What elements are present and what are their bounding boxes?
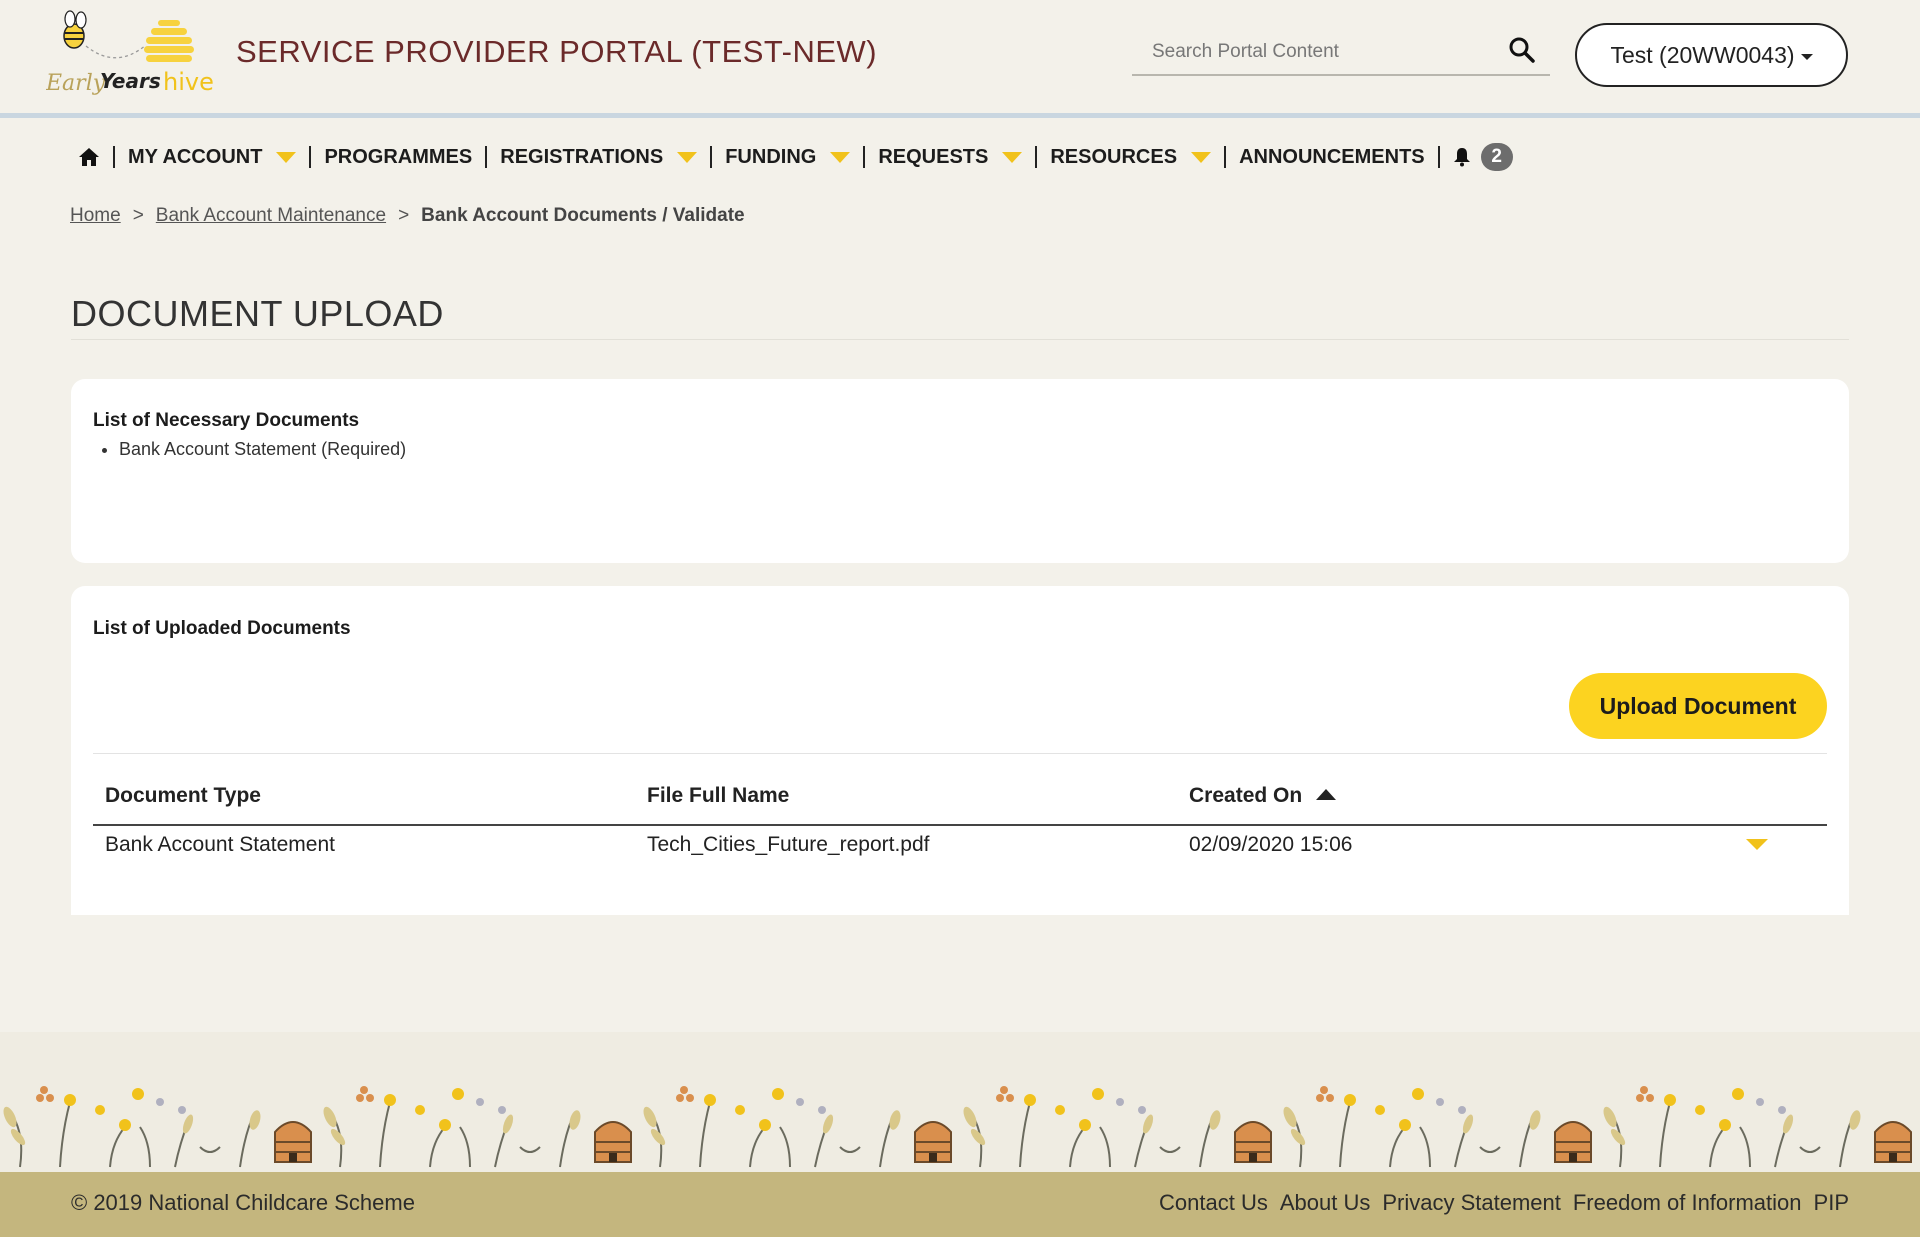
search-box [1132,30,1550,76]
bell-icon [1453,148,1470,167]
copyright-text: © 2019 National Childcare Scheme [71,1190,415,1215]
dropdown-arrow-icon [1191,151,1212,163]
search-icon[interactable] [1508,36,1536,64]
nav-label: RESOURCES [1050,145,1178,168]
column-header-file-full-name[interactable]: File Full Name [647,784,789,808]
nav-registrations[interactable]: REGISTRATIONS [487,146,710,169]
nav-label: MY ACCOUNT [128,145,263,168]
nav-label: PROGRAMMES [324,145,473,168]
footer-link-contact-us[interactable]: Contact Us [1159,1190,1268,1216]
breadcrumb-current: Bank Account Documents / Validate [421,205,745,226]
svg-text:Early: Early [46,71,106,96]
title-divider [71,339,1849,340]
breadcrumb-bank-account-maintenance-link[interactable]: Bank Account Maintenance [156,205,386,227]
sort-ascending-icon [1316,789,1337,800]
row-actions-dropdown-icon[interactable] [1746,839,1768,850]
nav-label: REGISTRATIONS [500,145,664,168]
breadcrumb-separator: > [398,205,410,226]
cell-created-on: 02/09/2020 15:06 [1189,833,1353,856]
footer-link-privacy-statement[interactable]: Privacy Statement [1382,1190,1561,1216]
table-header-divider [93,824,1827,826]
svg-text:Years: Years [100,69,161,93]
page-title: DOCUMENT UPLOAD [71,293,444,334]
footer-link-freedom-of-information[interactable]: Freedom of Information [1573,1190,1802,1216]
necessary-documents-heading: List of Necessary Documents [93,410,360,431]
necessary-documents-card: List of Necessary Documents Bank Account… [71,379,1849,563]
footer-link-pip[interactable]: PIP [1814,1190,1849,1216]
chevron-down-icon [1800,53,1813,60]
uploaded-documents-card: List of Uploaded Documents Upload Docume… [71,586,1849,915]
home-icon [79,148,99,166]
nav-resources[interactable]: RESOURCES [1037,146,1224,169]
column-header-document-type[interactable]: Document Type [105,784,261,808]
nav-requests[interactable]: REQUESTS [865,146,1035,169]
nav-announcements[interactable]: ANNOUNCEMENTS [1226,146,1438,169]
dropdown-arrow-icon [677,151,698,163]
search-input[interactable] [1150,36,1494,68]
nav-my-account[interactable]: MY ACCOUNT [115,146,309,169]
early-years-hive-logo[interactable]: Early Years hive [46,10,236,102]
cell-file-name: Tech_Cities_Future_report.pdf [647,833,930,856]
table-top-divider [93,753,1827,754]
notification-count-badge: 2 [1480,143,1513,171]
footer-links: Contact Us About Us Privacy Statement Fr… [1159,1190,1849,1216]
nav-home[interactable] [78,147,113,167]
column-header-label: Created On [1189,784,1303,807]
nav-funding[interactable]: FUNDING [712,146,863,169]
footer-floral-illustration [0,1032,1920,1172]
cell-document-type: Bank Account Statement [105,833,335,856]
uploaded-documents-heading: List of Uploaded Documents [93,618,351,639]
column-header-created-on[interactable]: Created On [1189,784,1337,808]
dropdown-arrow-icon [276,151,297,163]
main-nav: MY ACCOUNT PROGRAMMES REGISTRATIONS FUND… [78,140,1526,174]
breadcrumb-home-link[interactable]: Home [70,205,121,227]
nav-programmes[interactable]: PROGRAMMES [311,146,485,169]
account-dropdown-button[interactable]: Test (20WW0043) [1575,23,1848,87]
nav-label: REQUESTS [878,145,989,168]
nav-notifications[interactable]: 2 [1440,143,1526,171]
nav-label: ANNOUNCEMENTS [1239,145,1425,168]
dropdown-arrow-icon [1002,151,1023,163]
upload-document-button[interactable]: Upload Document [1569,673,1827,739]
account-label: Test (20WW0043) [1610,41,1795,68]
nav-label: FUNDING [725,145,817,168]
dropdown-arrow-icon [830,151,851,163]
footer-link-about-us[interactable]: About Us [1280,1190,1371,1216]
list-item: Bank Account Statement (Required) [119,439,406,460]
breadcrumb: Home > Bank Account Maintenance > Bank A… [70,205,745,227]
footer: © 2019 National Childcare Scheme Contact… [0,1172,1920,1237]
portal-title: SERVICE PROVIDER PORTAL (TEST-NEW) [236,34,878,69]
svg-text:hive: hive [163,68,214,96]
header: Early Years hive SERVICE PROVIDER PORTAL… [0,0,1920,118]
necessary-documents-list: Bank Account Statement (Required) [93,439,406,460]
breadcrumb-separator: > [132,205,144,226]
